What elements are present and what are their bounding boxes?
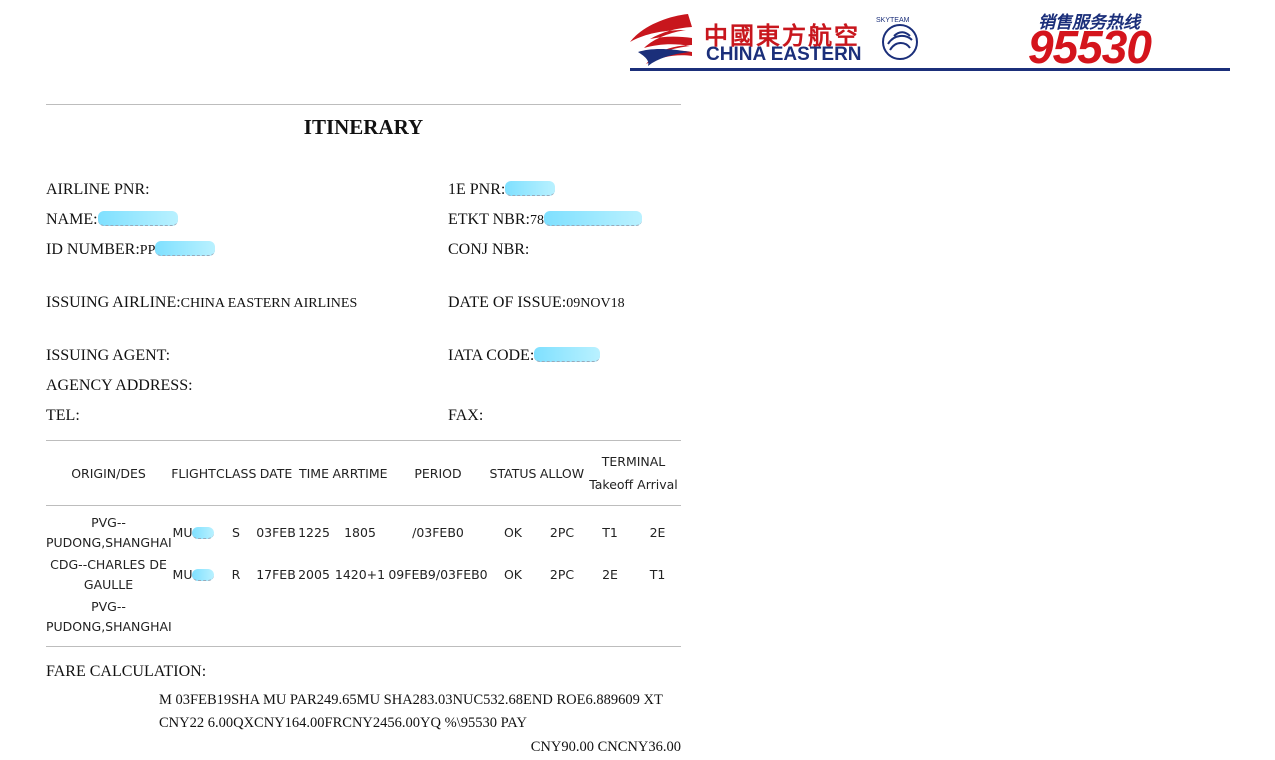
- date-cell: 17FEB: [256, 567, 296, 582]
- col-origin: ORIGIN/DES: [71, 465, 146, 481]
- brand-en: CHINA EASTERN: [706, 44, 862, 65]
- hotline-logo: 销售服务热线 95530: [1028, 8, 1233, 73]
- arrival-label: Arrival: [637, 477, 678, 492]
- row-issuing-airline: ISSUING AIRLINE:CHINA EASTERN AIRLINES D…: [46, 294, 681, 324]
- takeoff-label: Takeoff: [589, 477, 634, 492]
- status-cell: OK: [503, 567, 523, 582]
- origin-cell: PVG--PUDONG,SHANGHAI: [46, 515, 172, 550]
- airline-pnr-label: AIRLINE PNR:: [46, 181, 150, 198]
- class-cell: S: [232, 525, 240, 540]
- page-title: ITINERARY: [303, 115, 424, 139]
- date-issue-label: DATE OF ISSUE:: [448, 294, 567, 311]
- col-allow: ALLOW: [539, 465, 585, 481]
- redacted-mask: [543, 211, 642, 226]
- col-arrtime: ARRTIME: [332, 465, 388, 481]
- arrtime-cell: 1805: [344, 525, 376, 540]
- arrival-terminal-cell: 2E: [649, 525, 666, 540]
- alliance-label: SKYTEAM: [876, 17, 910, 24]
- swallow-logo-icon: [630, 14, 692, 66]
- pnr-1e-label: 1E PNR:: [448, 181, 506, 198]
- takeoff-terminal-cell: T1: [602, 525, 618, 540]
- row-tel-fax: TEL: FAX:: [46, 407, 681, 437]
- redacted-mask: [192, 527, 215, 539]
- col-period: PERIOD: [414, 465, 462, 481]
- china-eastern-logo: 中國東方航空 CHINA EASTERN SKYTEAM: [628, 8, 928, 70]
- top-divider: [46, 104, 681, 105]
- flight-cell: MU: [171, 554, 216, 596]
- id-value: PP: [139, 243, 156, 258]
- col-flight: FLIGHT: [171, 465, 216, 481]
- redacted-mask: [192, 569, 215, 581]
- row-id: ID NUMBER:PP CONJ NBR:: [46, 241, 681, 271]
- col-status: STATUS: [489, 465, 537, 481]
- header-rule: [630, 68, 1230, 71]
- table-header-row: ORIGIN/DES FLIGHT CLASS DATE TIME ARRTIM…: [46, 441, 681, 506]
- hotline-number: 95530: [1028, 21, 1152, 73]
- date-cell: 03FEB: [256, 525, 296, 540]
- row-pnr: AIRLINE PNR: 1E PNR:: [46, 181, 681, 211]
- etkt-value: 78: [529, 213, 544, 228]
- allow-cell: 2PC: [549, 525, 575, 540]
- col-class: CLASS: [216, 465, 257, 481]
- time-cell: 2005: [298, 567, 330, 582]
- arrtime-cell: 1420+1: [334, 567, 386, 582]
- redacted-mask: [505, 181, 556, 196]
- origin-cell: CDG--CHARLES DE GAULLE: [50, 557, 167, 592]
- agency-address-label: AGENCY ADDRESS:: [46, 377, 193, 394]
- fare-divider: [46, 646, 681, 647]
- redacted-mask: [97, 211, 178, 226]
- arrival-terminal-cell: T1: [649, 567, 666, 582]
- period-cell: 09FEB9/03FEB0: [388, 567, 488, 582]
- row-agency-address: AGENCY ADDRESS:: [46, 377, 681, 407]
- conj-label: CONJ NBR:: [448, 241, 530, 258]
- tel-label: TEL:: [46, 407, 80, 424]
- class-cell: R: [231, 567, 241, 582]
- redacted-mask: [534, 347, 601, 362]
- row-name: NAME: ETKT NBR:78: [46, 211, 681, 241]
- date-issue-value: 09NOV18: [566, 296, 625, 311]
- etkt-label: ETKT NBR:: [448, 211, 530, 228]
- name-label: NAME:: [46, 211, 98, 228]
- status-cell: OK: [503, 525, 523, 540]
- fare-line: CNY90.00 CNCNY36.00: [530, 739, 681, 755]
- fare-line: CNY22 6.00QXCNY164.00FRCNY2456.00YQ %\95…: [159, 715, 527, 731]
- table-row: CDG--CHARLES DE GAULLE MU R 17FEB 2005 1…: [46, 554, 681, 596]
- flight-segments-table: ORIGIN/DES FLIGHT CLASS DATE TIME ARRTIM…: [46, 441, 681, 638]
- fare-line: M 03FEB19SHA MU PAR249.65MU SHA283.03NUC…: [159, 692, 663, 708]
- table-row: PVG--PUDONG,SHANGHAI MU S 03FEB 1225 180…: [46, 512, 681, 554]
- issuing-agent-label: ISSUING AGENT:: [46, 347, 171, 364]
- issuing-airline-label: ISSUING AIRLINE:: [46, 294, 181, 311]
- takeoff-terminal-cell: 2E: [602, 567, 618, 582]
- redacted-mask: [155, 241, 216, 256]
- allow-cell: 2PC: [549, 567, 575, 582]
- skyteam-icon: SKYTEAM: [876, 17, 918, 60]
- iata-label: IATA CODE:: [448, 347, 535, 364]
- row-issuing-agent: ISSUING AGENT: IATA CODE:: [46, 347, 681, 377]
- col-terminal: TERMINAL Takeoff Arrival: [586, 441, 681, 506]
- period-cell: /03FEB0: [412, 525, 464, 540]
- itinerary-document: ITINERARY AIRLINE PNR: 1E PNR: NAME: ETK…: [46, 104, 681, 756]
- fax-label: FAX:: [448, 407, 484, 424]
- fare-calculation-text: M 03FEB19SHA MU PAR249.65MU SHA283.03NUC…: [159, 689, 679, 735]
- issuing-airline-value: CHINA EASTERN AIRLINES: [180, 296, 358, 311]
- table-row-final-destination: PVG--PUDONG,SHANGHAI: [46, 596, 681, 638]
- col-time: TIME: [298, 465, 329, 481]
- id-label: ID NUMBER:: [46, 241, 140, 258]
- fare-calculation-label: FARE CALCULATION:: [46, 663, 207, 680]
- time-cell: 1225: [298, 525, 330, 540]
- final-destination-cell: PVG--PUDONG,SHANGHAI: [46, 599, 172, 634]
- col-date: DATE: [259, 465, 293, 481]
- terminal-label: TERMINAL: [601, 454, 666, 469]
- flight-cell: MU: [171, 512, 216, 554]
